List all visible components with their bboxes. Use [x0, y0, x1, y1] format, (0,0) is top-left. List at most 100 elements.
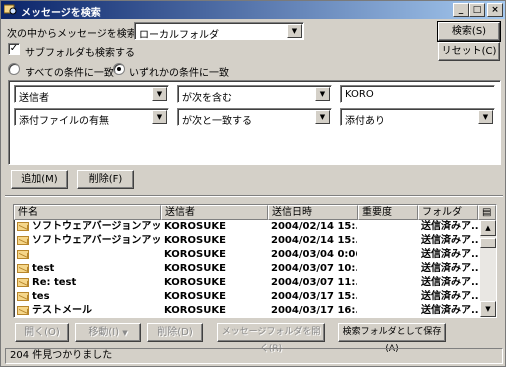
checkmark-icon: ✓	[9, 43, 19, 54]
status-text: 204 件見つかりました	[10, 350, 113, 361]
mail-envelope-icon	[17, 222, 29, 231]
criteria-field-value: 送信者	[19, 93, 49, 104]
cell-priority	[361, 248, 417, 262]
criteria-value-text: KORO	[345, 89, 374, 100]
cell-sender: KOROSUKE	[164, 221, 226, 232]
column-header-subject[interactable]: 件名	[14, 205, 161, 220]
open-message-folder-button[interactable]: メッセージフォルダを開く(R)	[217, 323, 325, 354]
move-button[interactable]: 移動(I) ▼	[75, 323, 141, 342]
table-row[interactable]: tes KOROSUKE 2004/03/17 15:... 送信済みア...	[14, 290, 480, 304]
criteria-field-dropdown[interactable]: 添付ファイルの有無 ▼	[14, 108, 169, 127]
scope-dropdown[interactable]: ローカルフォルダ ▼	[134, 22, 304, 41]
criteria-operator-dropdown[interactable]: が次と一致する ▼	[177, 108, 332, 127]
criteria-operator-dropdown[interactable]: が次を含む ▼	[177, 85, 332, 104]
cell-priority	[361, 262, 417, 276]
cell-priority	[361, 234, 417, 248]
chevron-down-icon: ▼	[122, 329, 128, 337]
mail-envelope-icon	[17, 292, 29, 301]
cell-subject: ソフトウェアバージョンアップの...	[32, 235, 160, 246]
column-header-priority[interactable]: 重要度	[358, 205, 418, 220]
table-row[interactable]: ソフトウェアバージョンアップの... KOROSUKE 2004/02/14 15:…	[14, 220, 480, 234]
mail-envelope-icon	[17, 236, 29, 245]
criteria-field-value: 添付ファイルの有無	[19, 116, 109, 127]
table-row[interactable]: テストメール KOROSUKE 2004/03/17 16:... 送信済みア...	[14, 304, 480, 317]
results-scrollbar[interactable]: ▲ ▼	[480, 220, 496, 317]
cell-sender: KOROSUKE	[164, 235, 226, 246]
close-button[interactable]: ×	[487, 3, 503, 17]
cell-priority	[361, 304, 417, 317]
cell-sender: KOROSUKE	[164, 277, 226, 288]
cell-folder: 送信済みア...	[421, 235, 479, 246]
search-button[interactable]: 検索(S)	[437, 21, 501, 42]
results-rows: ソフトウェアバージョンアップの... KOROSUKE 2004/02/14 15:…	[14, 220, 480, 317]
column-header-sender[interactable]: 送信者	[161, 205, 268, 220]
criteria-panel: 送信者 ▼ が次を含む ▼ KORO 添付ファイルの有無 ▼ が次と一致する ▼…	[8, 80, 501, 165]
section-divider	[5, 195, 503, 197]
remove-criteria-button[interactable]: 削除(F)	[77, 170, 134, 189]
table-row[interactable]: test KOROSUKE 2004/03/07 10:... 送信済みア...	[14, 262, 480, 276]
cell-date: 2004/03/07 10:...	[271, 263, 357, 274]
cell-sender: KOROSUKE	[164, 305, 226, 316]
delete-button[interactable]: 削除(D)	[147, 323, 203, 342]
title-bar: メッセージを検索 _ □ ×	[1, 1, 505, 19]
scroll-down-arrow-icon[interactable]: ▼	[480, 301, 496, 317]
table-row[interactable]: Re: test KOROSUKE 2004/03/07 11:... 送信済みア..…	[14, 276, 480, 290]
move-button-label: 移動(I)	[88, 327, 120, 338]
cell-priority	[361, 276, 417, 290]
column-picker-icon[interactable]: ▤	[478, 205, 496, 220]
open-button[interactable]: 開く(O)	[15, 323, 69, 342]
criteria-field-dropdown[interactable]: 送信者 ▼	[14, 85, 169, 104]
cell-date: 2004/03/17 15:...	[271, 291, 357, 302]
cell-priority	[361, 290, 417, 304]
column-header-date[interactable]: 送信日時	[268, 205, 358, 220]
cell-subject: Re: test	[32, 277, 77, 288]
column-header-folder[interactable]: フォルダ	[418, 205, 478, 220]
cell-date: 2004/03/17 16:...	[271, 305, 357, 316]
match-any-label: いずれかの条件に一致	[129, 68, 229, 79]
table-row[interactable]: KOROSUKE 2004/03/04 0:06 送信済みア...	[14, 248, 480, 262]
results-list: 件名 送信者 送信日時 重要度 フォルダ ▤ ソフトウェアバージョンアップの..…	[13, 204, 497, 318]
save-as-search-folder-button[interactable]: 検索フォルダとして保存(A)	[338, 323, 446, 354]
cell-priority	[361, 220, 417, 234]
chevron-down-icon: ▼	[315, 87, 330, 101]
chevron-down-icon: ▼	[315, 110, 330, 124]
criteria-value-dropdown[interactable]: 添付あり ▼	[340, 108, 495, 127]
cell-folder: 送信済みア...	[421, 249, 479, 260]
cell-sender: KOROSUKE	[164, 263, 226, 274]
cell-folder: 送信済みア...	[421, 221, 479, 232]
cell-date: 2004/02/14 15:...	[271, 221, 357, 232]
search-messages-icon	[4, 4, 17, 15]
match-all-radio[interactable]	[8, 63, 20, 75]
cell-date: 2004/02/14 15:...	[271, 235, 357, 246]
mail-envelope-icon	[17, 264, 29, 273]
criteria-value-input[interactable]: KORO	[340, 85, 495, 103]
window-title: メッセージを検索	[21, 8, 101, 19]
cell-date: 2004/03/07 11:...	[271, 277, 357, 288]
cell-date: 2004/03/04 0:06	[271, 249, 357, 260]
criteria-value-text: 添付あり	[345, 116, 385, 127]
status-bar: 204 件見つかりました	[5, 348, 503, 364]
cell-subject: ソフトウェアバージョンアップの...	[32, 221, 160, 232]
minimize-button[interactable]: _	[453, 3, 469, 17]
scroll-up-arrow-icon[interactable]: ▲	[480, 220, 496, 236]
reset-button[interactable]: リセット(C)	[438, 42, 500, 61]
include-subfolders-label: サブフォルダも検索する	[25, 48, 135, 59]
criteria-operator-value: が次を含む	[182, 93, 232, 104]
cell-folder: 送信済みア...	[421, 291, 479, 302]
chevron-down-icon: ▼	[478, 110, 493, 124]
chevron-down-icon: ▼	[152, 87, 167, 101]
radio-selected-dot	[117, 67, 121, 71]
cell-sender: KOROSUKE	[164, 291, 226, 302]
cell-subject: test	[32, 263, 55, 274]
cell-subject	[32, 248, 160, 262]
cell-folder: 送信済みア...	[421, 305, 479, 316]
match-any-radio[interactable]	[113, 63, 125, 75]
add-criteria-button[interactable]: 追加(M)	[11, 170, 68, 189]
criteria-operator-value: が次と一致する	[182, 116, 252, 127]
table-row[interactable]: ソフトウェアバージョンアップの... KOROSUKE 2004/02/14 15:…	[14, 234, 480, 248]
scope-value: ローカルフォルダ	[139, 30, 219, 41]
scroll-thumb[interactable]	[480, 238, 496, 248]
include-subfolders-checkbox[interactable]: ✓	[8, 43, 20, 55]
maximize-button[interactable]: □	[469, 3, 485, 17]
cell-folder: 送信済みア...	[421, 263, 479, 274]
